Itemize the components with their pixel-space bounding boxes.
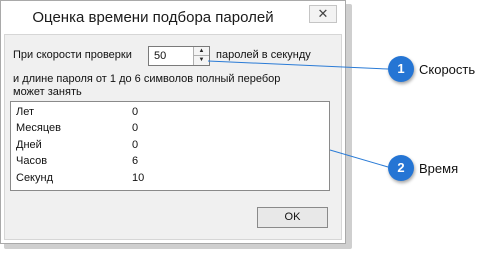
- callout-label-time: Время: [419, 161, 459, 176]
- callout-line-speed: [207, 60, 389, 70]
- callout-lines: [207, 60, 389, 168]
- callout-badge-2: 2: [388, 155, 414, 181]
- callout-label-speed: Скорость: [419, 62, 476, 77]
- callout-badge-1: 1: [388, 56, 414, 82]
- callout-line-time: [329, 149, 389, 168]
